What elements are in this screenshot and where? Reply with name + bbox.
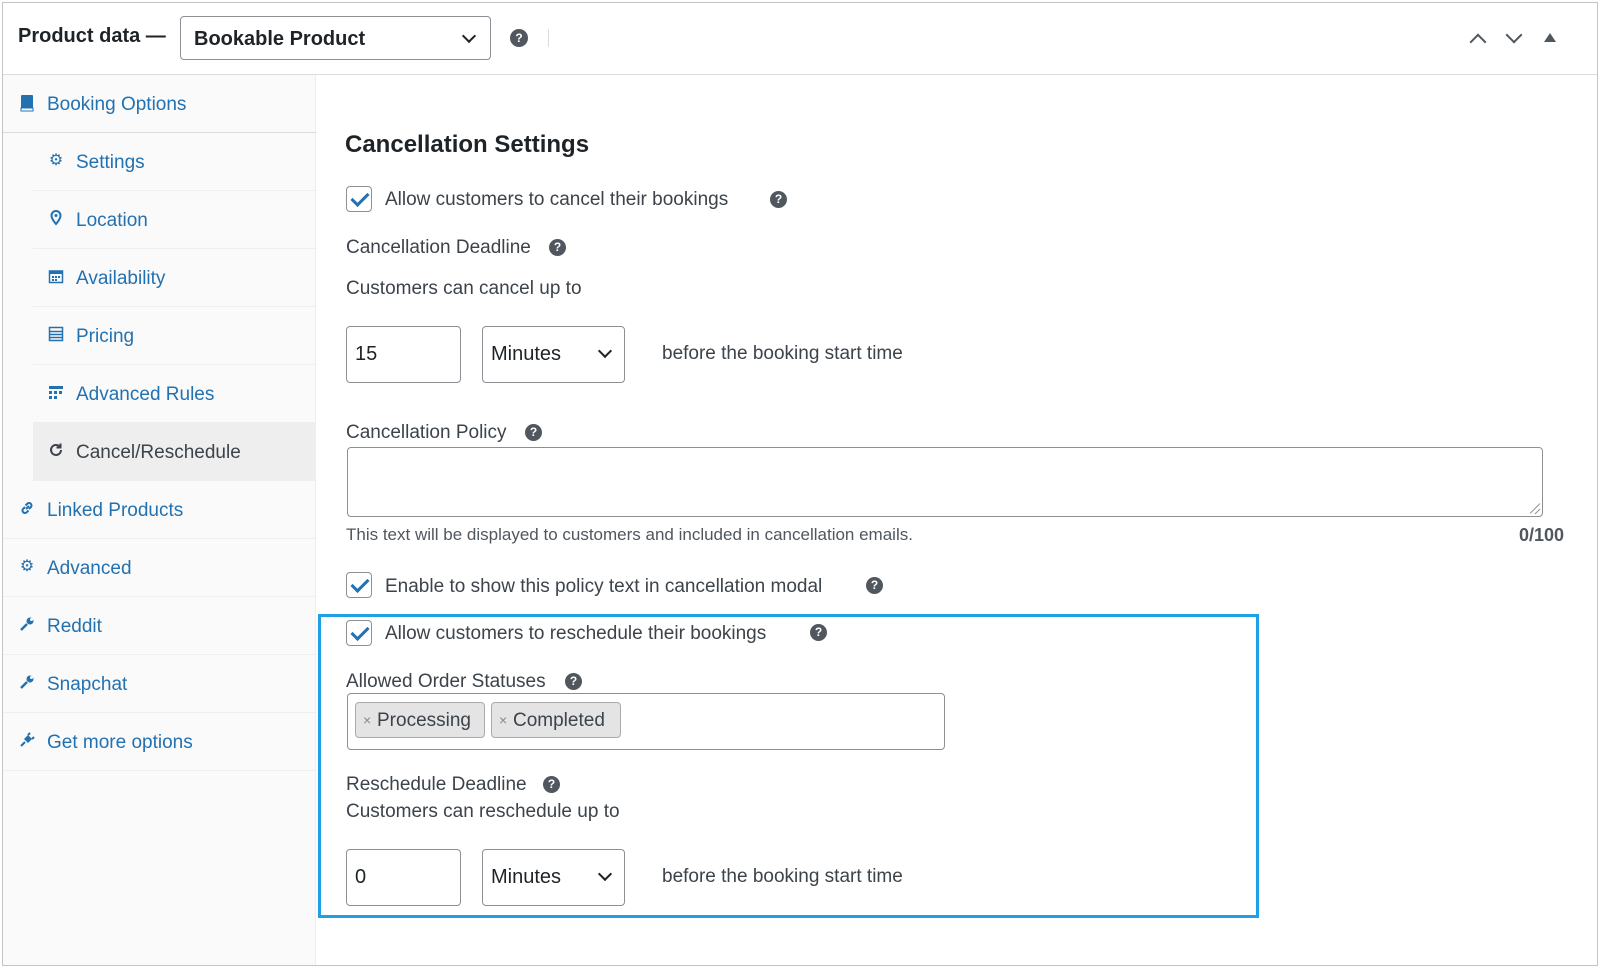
collapse-toggle-icon[interactable] bbox=[1544, 33, 1556, 42]
cancel-unit-select[interactable]: Minutes bbox=[482, 326, 625, 383]
sidebar-item-advanced[interactable]: ⚙ Advanced bbox=[3, 539, 316, 597]
help-icon[interactable]: ? bbox=[770, 191, 787, 208]
status-tag-processing[interactable]: × Processing bbox=[355, 702, 485, 738]
sidebar-item-get-more-options[interactable]: Get more options bbox=[3, 713, 316, 771]
link-icon bbox=[18, 500, 36, 518]
sidebar-item-label: Snapchat bbox=[47, 674, 128, 695]
move-up-icon[interactable] bbox=[1469, 33, 1487, 51]
chevron-down-icon bbox=[597, 866, 613, 882]
help-icon[interactable]: ? bbox=[543, 776, 560, 793]
reschedule-amount-input[interactable]: 0 bbox=[346, 849, 461, 906]
plugin-icon bbox=[18, 732, 36, 750]
chevron-down-icon bbox=[461, 28, 477, 44]
grid-icon bbox=[47, 384, 65, 402]
policy-textarea[interactable] bbox=[347, 447, 1543, 517]
reschedule-unit-value: Minutes bbox=[491, 866, 562, 888]
reschedule-before-start-text: before the booking start time bbox=[662, 866, 903, 887]
sidebar-item-reddit[interactable]: Reddit bbox=[3, 597, 316, 655]
calendar-icon bbox=[47, 268, 65, 286]
help-icon[interactable]: ? bbox=[510, 29, 528, 47]
main-panel: Cancellation Settings Allow customers to… bbox=[317, 75, 1597, 965]
policy-char-counter: 0/100 bbox=[1518, 525, 1564, 545]
sidebar-item-label: Pricing bbox=[76, 326, 135, 347]
sidebar-item-linked-products[interactable]: Linked Products bbox=[3, 481, 316, 539]
sidebar-item-pricing[interactable]: Pricing bbox=[33, 307, 316, 365]
reschedule-deadline-label: Reschedule Deadline bbox=[346, 774, 527, 795]
reschedule-up-to-text: Customers can reschedule up to bbox=[346, 801, 620, 822]
allow-cancel-label: Allow customers to cancel their bookings bbox=[385, 189, 729, 210]
sidebar-item-label: Advanced bbox=[47, 558, 132, 579]
sidebar-item-snapchat[interactable]: Snapchat bbox=[3, 655, 316, 713]
wrench-icon bbox=[18, 674, 36, 692]
sidebar-item-cancel-reschedule[interactable]: Cancel/Reschedule bbox=[33, 423, 316, 481]
product-data-panel: Product data — Bookable Product ? Bookin… bbox=[2, 2, 1598, 966]
panel-title: Product data — bbox=[18, 25, 166, 47]
sidebar-item-label: Advanced Rules bbox=[76, 384, 215, 405]
show-policy-label: Enable to show this policy text in cance… bbox=[385, 576, 823, 597]
sidebar-item-label: Linked Products bbox=[47, 500, 184, 521]
list-icon bbox=[47, 326, 65, 344]
sidebar-item-location[interactable]: Location bbox=[33, 191, 316, 249]
sidebar-item-label: Reddit bbox=[47, 616, 102, 637]
divider bbox=[548, 29, 549, 47]
cancel-unit-value: Minutes bbox=[491, 343, 562, 365]
sidebar-item-label: Booking Options bbox=[47, 94, 187, 115]
status-tag-label: Completed bbox=[513, 710, 605, 731]
section-title: Cancellation Settings bbox=[345, 131, 590, 158]
resize-handle-icon[interactable] bbox=[1528, 502, 1540, 514]
allow-reschedule-label: Allow customers to reschedule their book… bbox=[385, 623, 767, 644]
sidebar-item-booking-options[interactable]: Booking Options bbox=[3, 75, 316, 133]
help-icon[interactable]: ? bbox=[565, 673, 582, 690]
help-icon[interactable]: ? bbox=[810, 624, 827, 641]
sidebar-item-settings[interactable]: ⚙ Settings bbox=[33, 133, 316, 191]
sidebar-item-label: Settings bbox=[76, 152, 145, 173]
help-icon[interactable]: ? bbox=[525, 424, 542, 441]
gear-icon: ⚙ bbox=[48, 152, 64, 169]
cancel-up-to-text: Customers can cancel up to bbox=[346, 278, 582, 299]
sidebar: Booking Options ⚙ Settings Location Avai… bbox=[3, 75, 316, 965]
move-down-icon[interactable] bbox=[1505, 26, 1523, 44]
show-policy-checkbox[interactable] bbox=[346, 572, 372, 598]
product-type-value: Bookable Product bbox=[194, 28, 366, 50]
cancel-amount-value: 15 bbox=[355, 343, 378, 365]
cancel-amount-input[interactable]: 15 bbox=[346, 326, 461, 383]
sidebar-item-label: Location bbox=[76, 210, 148, 231]
sidebar-item-label: Availability bbox=[76, 268, 166, 289]
sidebar-item-label: Cancel/Reschedule bbox=[76, 442, 241, 463]
allow-reschedule-checkbox[interactable] bbox=[346, 620, 372, 646]
gear-icon: ⚙ bbox=[19, 558, 35, 575]
status-tag-label: Processing bbox=[377, 710, 471, 731]
remove-tag-icon[interactable]: × bbox=[363, 712, 371, 728]
policy-hint: This text will be displayed to customers… bbox=[346, 525, 913, 544]
wrench-icon bbox=[18, 616, 36, 634]
order-status-multiselect[interactable]: × Processing × Completed bbox=[347, 693, 945, 750]
statuses-label: Allowed Order Statuses bbox=[346, 671, 546, 692]
policy-label: Cancellation Policy bbox=[346, 422, 507, 443]
sidebar-item-advanced-rules[interactable]: Advanced Rules bbox=[33, 365, 316, 423]
reschedule-unit-select[interactable]: Minutes bbox=[482, 849, 625, 906]
refresh-icon bbox=[47, 442, 65, 460]
cancel-deadline-label: Cancellation Deadline bbox=[346, 237, 531, 258]
chevron-down-icon bbox=[597, 343, 613, 359]
allow-cancel-checkbox[interactable] bbox=[346, 186, 372, 212]
help-icon[interactable]: ? bbox=[549, 239, 566, 256]
status-tag-completed[interactable]: × Completed bbox=[491, 702, 621, 738]
book-icon bbox=[18, 94, 36, 112]
reschedule-amount-value: 0 bbox=[355, 866, 367, 888]
location-pin-icon bbox=[47, 209, 65, 228]
product-type-select[interactable]: Bookable Product bbox=[180, 16, 491, 60]
help-icon[interactable]: ? bbox=[866, 577, 883, 594]
sidebar-item-availability[interactable]: Availability bbox=[33, 249, 316, 307]
cancel-before-start-text: before the booking start time bbox=[662, 343, 903, 364]
sidebar-item-label: Get more options bbox=[47, 732, 193, 753]
remove-tag-icon[interactable]: × bbox=[499, 712, 507, 728]
panel-header: Product data — Bookable Product ? bbox=[3, 3, 1597, 75]
